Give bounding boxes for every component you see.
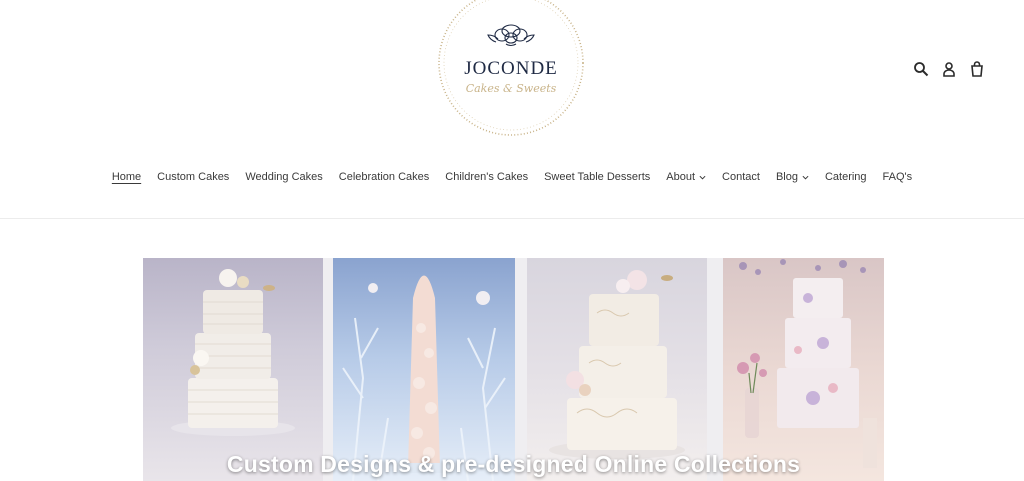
header-icons	[913, 61, 985, 77]
cake-illustration	[171, 269, 295, 436]
nav-label: Custom Cakes	[157, 171, 230, 183]
hero-image-lace-cake	[527, 258, 707, 481]
nav-item-custom-cakes[interactable]: Custom Cakes	[157, 171, 229, 183]
nav-label: About	[666, 171, 696, 183]
flower-icon	[487, 24, 535, 47]
nav-label: Celebration Cakes	[338, 171, 430, 183]
search-icon[interactable]	[913, 61, 929, 77]
nav-label: Contact	[722, 171, 760, 183]
nav-item-about[interactable]: About	[666, 171, 706, 183]
nav-item-wedding-cakes[interactable]: Wedding Cakes	[245, 171, 322, 183]
nav-label: Wedding Cakes	[245, 171, 323, 183]
main-navigation: Home Custom Cakes Wedding Cakes Celebrat…	[0, 171, 1024, 183]
nav-item-sweet-table-desserts[interactable]: Sweet Table Desserts	[544, 171, 650, 183]
nav-item-faqs[interactable]: FAQ's	[883, 171, 913, 183]
hero-image-tiered-cake	[143, 258, 323, 481]
brand-tagline: Cakes & Sweets	[466, 82, 557, 95]
nav-item-catering[interactable]: Catering	[825, 171, 867, 183]
nav-item-blog[interactable]: Blog	[776, 171, 809, 183]
nav-item-childrens-cakes[interactable]: Children's Cakes	[445, 171, 528, 183]
brand-logo[interactable]: JOCONDE Cakes & Sweets	[436, 0, 586, 138]
nav-label: Home	[111, 171, 142, 183]
nav-list: Home Custom Cakes Wedding Cakes Celebrat…	[104, 171, 920, 183]
hero-caption: Custom Designs & pre-designed Online Col…	[226, 451, 801, 477]
nav-label: Catering	[824, 171, 867, 183]
nav-label: FAQ's	[882, 171, 913, 183]
cake-illustration	[342, 275, 506, 481]
header-divider	[0, 218, 1024, 219]
hero-banner[interactable]: Custom Designs & pre-designed Online Col…	[143, 258, 884, 481]
brand-name: JOCONDE	[464, 58, 558, 79]
nav-label: Children's Cakes	[445, 171, 529, 183]
chevron-down-icon	[699, 175, 706, 180]
nav-label: Sweet Table Desserts	[544, 171, 651, 183]
panel-gap	[707, 258, 723, 481]
panel-gap	[515, 258, 527, 481]
chevron-down-icon	[802, 175, 809, 180]
panel-gap	[323, 258, 333, 481]
nav-item-contact[interactable]: Contact	[722, 171, 760, 183]
nav-label: Blog	[775, 171, 798, 183]
cake-illustration	[549, 270, 685, 459]
hero-image-winter-cake	[333, 258, 515, 481]
cake-illustration	[737, 259, 877, 468]
cart-icon[interactable]	[969, 61, 985, 77]
account-icon[interactable]	[941, 61, 957, 77]
nav-item-home[interactable]: Home	[112, 171, 141, 183]
hero-image-floral-cake	[723, 258, 884, 481]
nav-item-celebration-cakes[interactable]: Celebration Cakes	[339, 171, 430, 183]
